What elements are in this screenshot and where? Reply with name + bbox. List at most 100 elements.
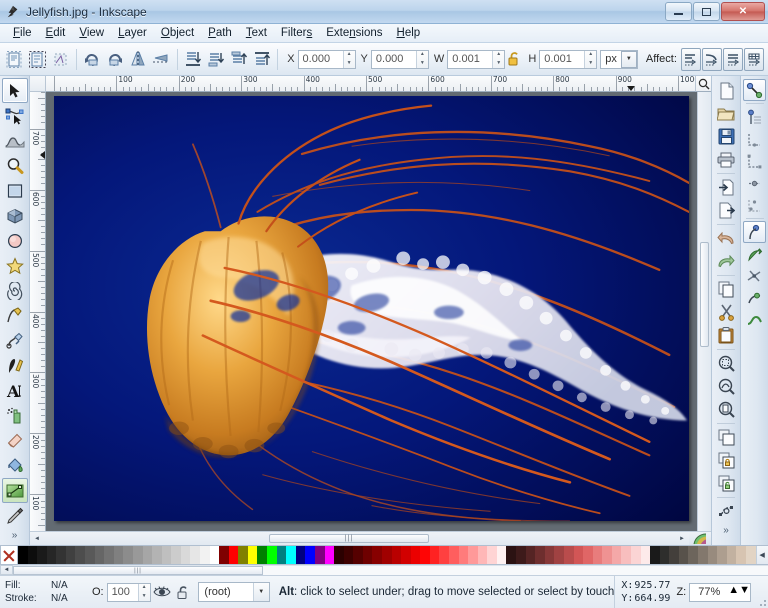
snap-cusp-node-icon[interactable]	[743, 287, 766, 309]
palette-swatch[interactable]	[343, 546, 354, 564]
snap-path-icon[interactable]	[743, 243, 766, 265]
opacity-field[interactable]: ▲▼	[106, 582, 151, 602]
palette-swatch[interactable]	[75, 546, 86, 564]
palette-swatch[interactable]	[439, 546, 450, 564]
palette-swatch[interactable]	[688, 546, 699, 564]
palette-swatch[interactable]	[276, 546, 287, 564]
ruler-corner[interactable]	[30, 76, 46, 92]
save-document-icon[interactable]	[714, 125, 738, 148]
palette-swatch[interactable]	[717, 546, 727, 564]
maximize-button[interactable]	[693, 2, 720, 21]
commandbar-overflow-button[interactable]: »	[723, 525, 729, 536]
palette-swatch[interactable]	[468, 546, 478, 564]
canvas-viewport[interactable]	[46, 92, 697, 531]
zoom-drawing-icon[interactable]	[714, 375, 738, 398]
dropper-tool[interactable]	[2, 503, 28, 528]
snap-bbox-center-icon[interactable]	[743, 194, 766, 216]
vertical-scrollbar[interactable]	[697, 92, 711, 531]
undo-icon[interactable]	[714, 227, 738, 250]
snap-smooth-node-icon[interactable]	[743, 309, 766, 331]
palette-scroll-right[interactable]: ◀	[755, 546, 768, 564]
zoom-steppers[interactable]: ▲▼	[728, 584, 750, 601]
zoom-selection-icon[interactable]	[714, 352, 738, 375]
palette-swatch[interactable]	[27, 546, 38, 564]
palette-swatch[interactable]	[334, 546, 344, 564]
flip-vertical-icon[interactable]	[151, 48, 172, 71]
palette-swatch[interactable]	[305, 546, 315, 564]
fill-stroke-indicator[interactable]: Fill: N/A Stroke: N/A	[5, 579, 92, 605]
palette-swatch[interactable]	[219, 546, 229, 564]
import-icon[interactable]	[714, 176, 738, 199]
palette-swatch[interactable]	[573, 546, 584, 564]
palette-swatch[interactable]	[458, 546, 469, 564]
h-field[interactable]: ▲▼	[539, 49, 598, 69]
palette-swatch[interactable]	[496, 546, 507, 564]
palette-swatch[interactable]	[142, 546, 153, 564]
minimize-button[interactable]	[665, 2, 692, 21]
palette-swatch[interactable]	[85, 546, 95, 564]
palette-swatch[interactable]	[37, 546, 47, 564]
menu-object[interactable]: Object	[154, 25, 201, 41]
box3d-tool[interactable]	[2, 203, 28, 228]
vertical-scroll-thumb[interactable]	[700, 242, 709, 347]
palette-swatch[interactable]	[209, 546, 220, 564]
palette-swatch[interactable]	[199, 546, 210, 564]
lock-open-icon[interactable]	[505, 48, 523, 70]
palette-swatch[interactable]	[46, 546, 57, 564]
palette-swatch[interactable]	[650, 546, 660, 564]
palette-swatch[interactable]	[362, 546, 373, 564]
menu-view[interactable]: View	[72, 25, 111, 41]
palette-swatch[interactable]	[401, 546, 411, 564]
palette-swatch[interactable]	[238, 546, 248, 564]
cut-icon[interactable]	[714, 301, 738, 324]
lower-to-bottom-icon[interactable]	[182, 48, 203, 71]
flip-horizontal-icon[interactable]	[128, 48, 149, 71]
snap-bbox-corner-icon[interactable]	[743, 150, 766, 172]
gradient-tool[interactable]	[1, 478, 28, 503]
palette-swatch[interactable]	[180, 546, 191, 564]
print-icon[interactable]	[714, 148, 738, 171]
palette-swatch[interactable]	[391, 546, 402, 564]
palette-swatch[interactable]	[659, 546, 670, 564]
palette-swatch[interactable]	[18, 546, 28, 564]
menu-edit[interactable]: Edit	[39, 25, 73, 41]
open-document-icon[interactable]	[714, 102, 738, 125]
rotate-cw-icon[interactable]	[105, 48, 126, 71]
raise-to-top-icon[interactable]	[251, 48, 272, 71]
palette-swatch[interactable]	[56, 546, 66, 564]
palette-swatch[interactable]	[640, 546, 651, 564]
tweak-tool[interactable]	[2, 128, 28, 153]
palette-scroll-thumb[interactable]: |||	[13, 566, 263, 575]
rotate-ccw-icon[interactable]	[82, 48, 103, 71]
lock-open-icon[interactable]	[173, 582, 193, 602]
ellipse-tool[interactable]	[2, 228, 28, 253]
h-field-steppers[interactable]: ▲ ▼	[584, 50, 597, 68]
scale-stroke-width-icon[interactable]	[680, 47, 701, 71]
spray-tool[interactable]	[2, 403, 28, 428]
palette-swatch[interactable]	[314, 546, 325, 564]
x-field-input[interactable]	[298, 50, 343, 68]
palette-swatch[interactable]	[257, 546, 268, 564]
chevron-down-icon[interactable]: ▼	[620, 50, 637, 68]
opacity-input[interactable]	[107, 583, 138, 601]
select-all-icon[interactable]	[4, 48, 25, 71]
text-tool[interactable]: A	[2, 378, 28, 403]
select-all-in-all-layers-icon[interactable]	[27, 48, 48, 71]
w-field[interactable]: ▲▼	[447, 49, 506, 69]
calligraphy-tool[interactable]	[2, 353, 28, 378]
menu-path[interactable]: Path	[201, 25, 239, 41]
units-select[interactable]: px ▼	[600, 49, 638, 69]
palette-swatch[interactable]	[324, 546, 335, 564]
palette-swatch[interactable]	[477, 546, 488, 564]
pencil-tool[interactable]	[2, 303, 28, 328]
star-tool[interactable]	[2, 253, 28, 278]
layer-select[interactable]: (root) ▼	[198, 582, 270, 602]
rectangle-tool[interactable]	[2, 178, 28, 203]
spiral-tool[interactable]	[2, 278, 28, 303]
paste-icon[interactable]	[714, 324, 738, 347]
palette-swatch[interactable]	[563, 546, 574, 564]
group-icon[interactable]	[714, 449, 738, 472]
palette-swatch[interactable]	[286, 546, 296, 564]
menu-layer[interactable]: Layer	[111, 25, 154, 41]
selector-tool[interactable]	[1, 78, 28, 103]
